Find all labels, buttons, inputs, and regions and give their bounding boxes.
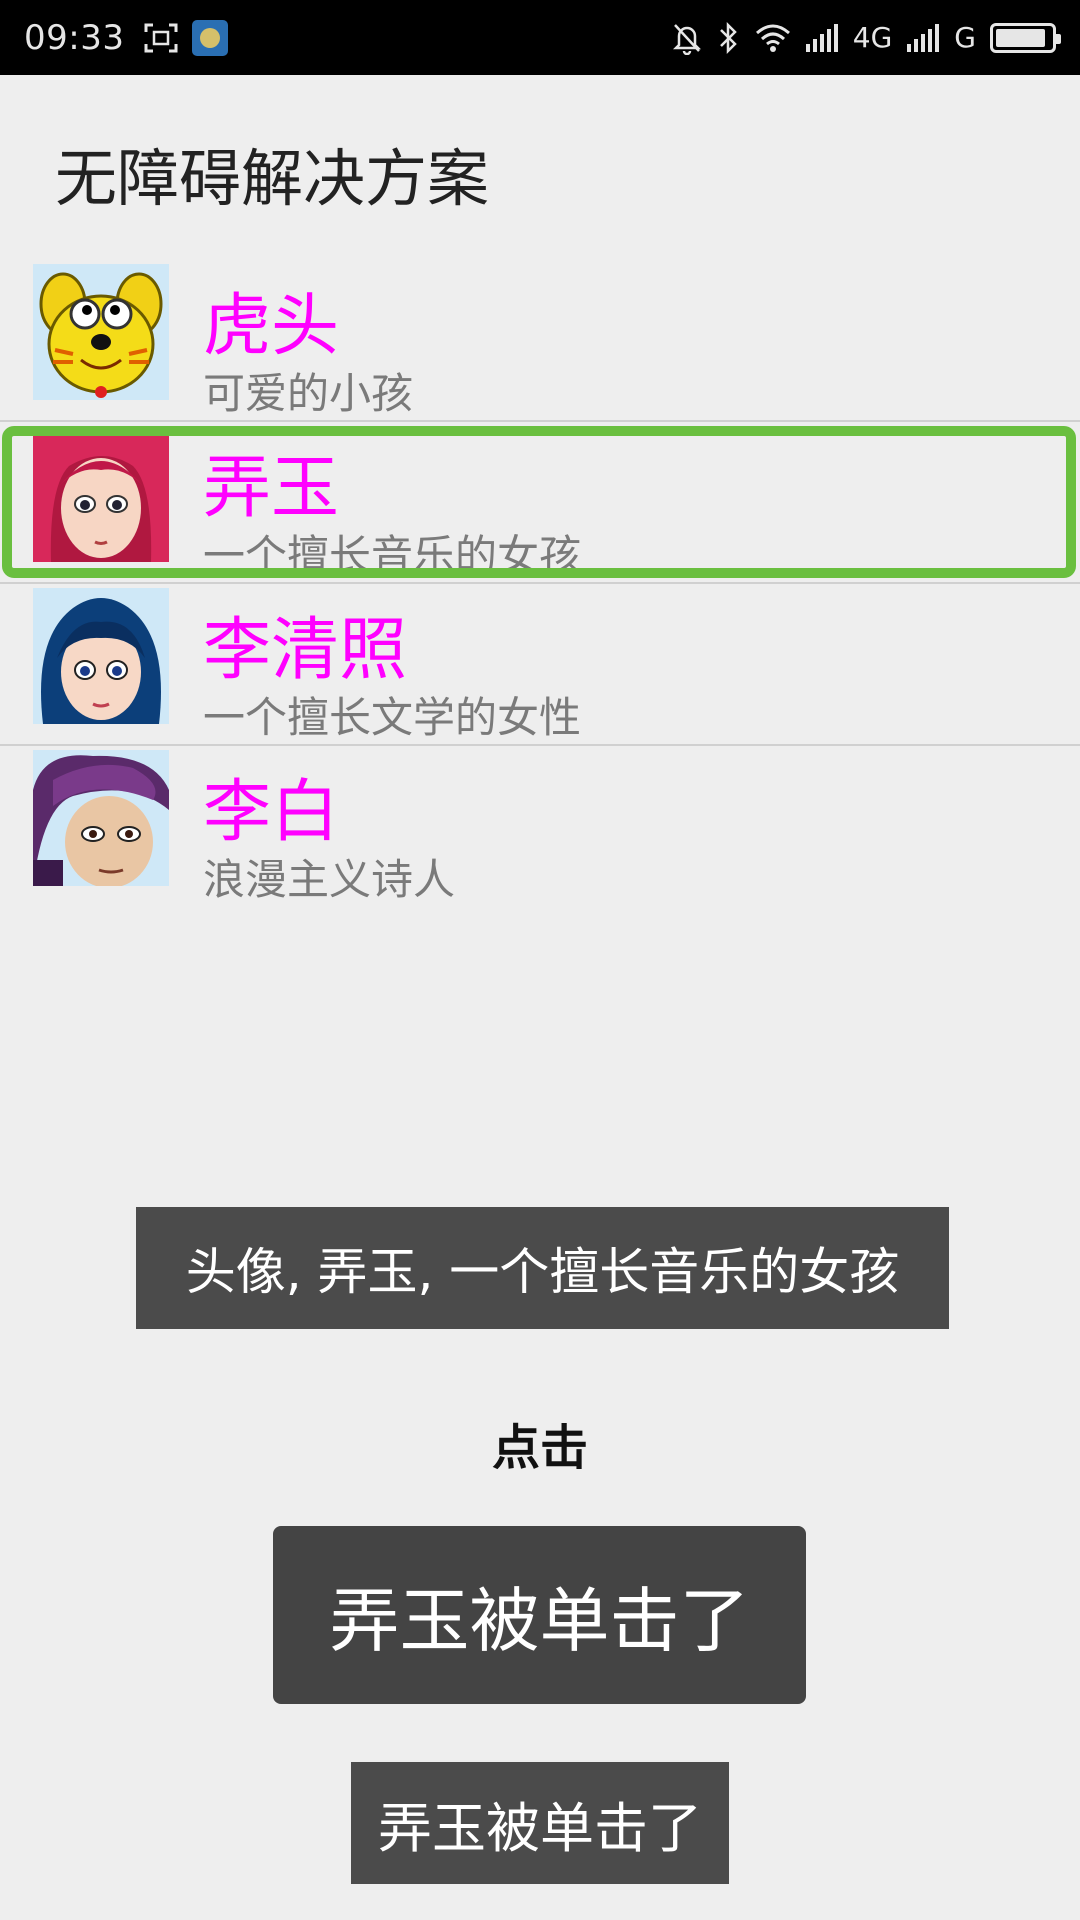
gesture-hint-label: 点击 [491,1420,588,1476]
app-notification-icon [192,19,229,56]
click-toast-small: 弄玉被单击了 [351,1762,729,1884]
network-type-2: G [954,21,976,54]
click-toast-large: 弄玉被单击了 [273,1526,806,1704]
list-item-desc: 浪漫主义诗人 [203,855,456,904]
list-item-desc: 一个擅长音乐的女孩 [203,531,582,580]
status-bar: 09:33 4G G [0,0,1080,75]
list-item-name: 李白 [203,773,340,852]
list-item-name: 弄玉 [203,449,340,528]
mute-bell-icon [671,18,703,58]
list-item-name: 虎头 [203,287,340,366]
character-list: 虎头 可爱的小孩 弄玉 一个擅长音乐的女孩 李清照 一个擅长文学的女性 李白 浪… [0,260,1080,908]
list-item-libai[interactable]: 李白 浪漫主义诗人 [0,746,1080,908]
list-item-liqingzhao[interactable]: 李清照 一个擅长文学的女性 [0,584,1080,746]
bluetooth-icon [717,18,741,58]
red-hair-girl-avatar-icon [33,426,169,562]
list-item-desc: 一个擅长文学的女性 [203,693,582,742]
battery-icon [990,22,1061,53]
list-item-name: 李清照 [203,611,408,690]
signal-icon-2 [906,18,940,58]
purple-hat-man-avatar-icon [33,750,169,886]
blue-hair-woman-avatar-icon [33,588,169,724]
wifi-icon [755,18,791,58]
tiger-avatar-icon [33,264,169,400]
page-title: 无障碍解决方案 [55,142,490,215]
signal-icon-1 [805,18,839,58]
list-item-hutou[interactable]: 虎头 可爱的小孩 [0,260,1080,422]
network-type-1: 4G [852,21,893,54]
screenshot-icon [144,23,178,53]
battery-fill [996,28,1045,47]
list-item-desc: 可爱的小孩 [203,369,414,418]
accessibility-announcement-toast: 头像, 弄玉, 一个擅长音乐的女孩 [136,1207,949,1329]
list-item-nongyu[interactable]: 弄玉 一个擅长音乐的女孩 [0,422,1080,584]
status-time: 09:33 [24,17,125,58]
